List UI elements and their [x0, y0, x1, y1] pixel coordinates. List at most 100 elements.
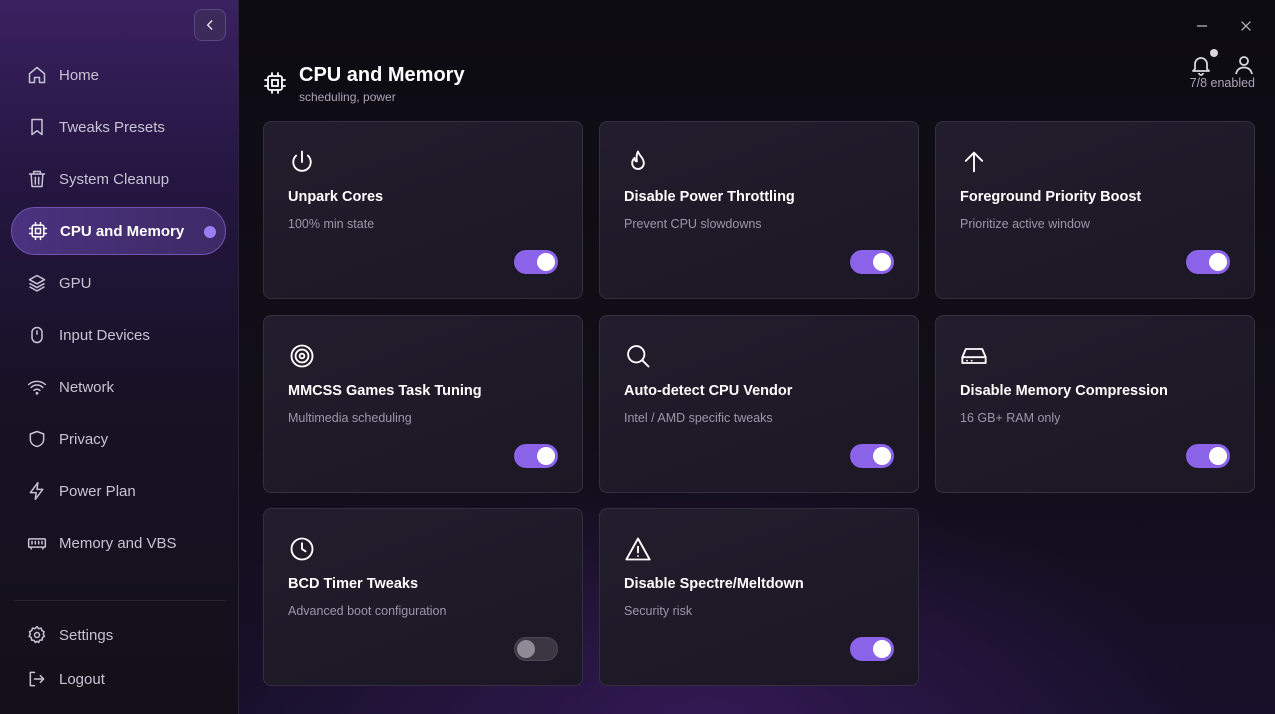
sidebar-item-settings[interactable]: Settings — [11, 613, 226, 657]
sidebar-item-privacy[interactable]: Privacy — [11, 415, 226, 463]
sidebar-nav: Home Tweaks Presets System Cleanup CPU a… — [11, 51, 226, 571]
arrow-up-icon — [964, 151, 984, 173]
tweak-toggle[interactable] — [514, 637, 558, 661]
sidebar-item-label: Tweaks Presets — [59, 118, 165, 136]
logout-icon — [26, 668, 48, 690]
tweak-card-auto-detect-cpu-vendor: Auto-detect CPU Vendor Intel / AMD speci… — [599, 315, 919, 493]
sidebar-item-gpu[interactable]: GPU — [11, 259, 226, 307]
enabled-count: 7/8 enabled — [1189, 76, 1255, 90]
bookmark-icon — [26, 116, 48, 138]
flame-icon — [631, 150, 645, 170]
tweak-title: Unpark Cores — [288, 189, 384, 205]
sidebar: Home Tweaks Presets System Cleanup CPU a… — [0, 0, 239, 714]
bell-icon[interactable] — [1189, 53, 1213, 77]
sidebar-item-logout[interactable]: Logout — [11, 657, 226, 701]
tweak-toggle[interactable] — [514, 250, 558, 274]
close-button[interactable] — [1235, 15, 1257, 37]
minimize-icon — [1196, 25, 1208, 27]
sidebar-item-label: Input Devices — [59, 326, 150, 344]
mouse-icon — [26, 324, 48, 346]
toggle-knob — [873, 447, 891, 465]
layers-icon — [26, 272, 48, 294]
tweak-toggle[interactable] — [850, 637, 894, 661]
tweak-card-disable-power-throttling: Disable Power Throttling Prevent CPU slo… — [599, 121, 919, 299]
tweak-toggle[interactable] — [1186, 250, 1230, 274]
tweak-card-unpark-cores: Unpark Cores 100% min state — [263, 121, 583, 299]
target-icon — [290, 344, 314, 368]
sidebar-item-label: Settings — [59, 626, 114, 644]
clock-icon — [290, 537, 314, 561]
power-icon — [292, 150, 312, 172]
sidebar-item-label: CPU and Memory — [60, 222, 185, 240]
tweak-title: Disable Memory Compression — [960, 383, 1168, 399]
tweak-description: Intel / AMD specific tweaks — [624, 411, 773, 425]
toggle-knob — [537, 253, 555, 271]
tweak-description: Prioritize active window — [960, 217, 1090, 231]
sidebar-item-system-cleanup[interactable]: System Cleanup — [11, 155, 226, 203]
tweak-description: Security risk — [624, 604, 693, 618]
user-icon[interactable] — [1232, 53, 1256, 77]
sidebar-item-cpu-and-memory[interactable]: CPU and Memory — [11, 207, 226, 255]
chevron-left-icon — [206, 20, 213, 30]
tweak-card-disable-memory-compression: Disable Memory Compression 16 GB+ RAM on… — [935, 315, 1255, 493]
active-indicator-dot — [204, 226, 216, 238]
sidebar-item-memory-and-vbs[interactable]: Memory and VBS — [11, 519, 226, 567]
shield-icon — [26, 428, 48, 450]
sidebar-item-label: Power Plan — [59, 482, 136, 500]
sidebar-divider — [14, 600, 226, 601]
page-subtitle: scheduling, power — [299, 90, 396, 104]
toggle-knob — [537, 447, 555, 465]
tweak-card-bcd-timer-tweaks: BCD Timer Tweaks Advanced boot configura… — [263, 508, 583, 686]
sidebar-item-label: Network — [59, 378, 115, 396]
hard-drive-icon — [961, 348, 987, 364]
tweak-description: 100% min state — [288, 217, 375, 231]
tweak-description: Advanced boot configuration — [288, 604, 447, 618]
tweak-card-disable-spectre-meltdown: Disable Spectre/Meltdown Security risk — [599, 508, 919, 686]
tweak-toggle[interactable] — [850, 250, 894, 274]
toggle-knob — [517, 640, 535, 658]
sidebar-item-power-plan[interactable]: Power Plan — [11, 467, 226, 515]
toggle-knob — [1209, 253, 1227, 271]
collapse-sidebar-button[interactable] — [194, 9, 226, 41]
tweak-description: 16 GB+ RAM only — [960, 411, 1061, 425]
window-controls — [1191, 15, 1257, 37]
warning-icon — [625, 537, 651, 561]
tweak-card-foreground-priority-boost: Foreground Priority Boost Prioritize act… — [935, 121, 1255, 299]
sidebar-item-label: Logout — [59, 670, 105, 688]
tweak-toggle[interactable] — [514, 444, 558, 468]
tweak-description: Multimedia scheduling — [288, 411, 412, 425]
tweak-card-mmcss-games-task-tuning: MMCSS Games Task Tuning Multimedia sched… — [263, 315, 583, 493]
lightning-icon — [26, 480, 48, 502]
tweak-title: MMCSS Games Task Tuning — [288, 383, 482, 399]
sidebar-item-home[interactable]: Home — [11, 51, 226, 99]
page-title: CPU and Memory — [299, 64, 465, 86]
tweak-title: Auto-detect CPU Vendor — [624, 383, 793, 399]
sidebar-item-network[interactable]: Network — [11, 363, 226, 411]
sidebar-item-label: Home — [59, 66, 100, 84]
toggle-knob — [1209, 447, 1227, 465]
sidebar-item-label: Privacy — [59, 430, 109, 448]
sidebar-item-input-devices[interactable]: Input Devices — [11, 311, 226, 359]
wifi-icon — [26, 376, 48, 398]
sidebar-item-label: System Cleanup — [59, 170, 170, 188]
app-window: Home Tweaks Presets System Cleanup CPU a… — [0, 0, 1275, 714]
tweak-title: BCD Timer Tweaks — [288, 576, 419, 592]
main-content: CPU and Memory scheduling, power 7/8 ena… — [239, 0, 1275, 714]
minimize-button[interactable] — [1191, 15, 1213, 37]
close-icon — [1241, 21, 1251, 31]
home-icon — [26, 64, 48, 86]
tweak-title: Disable Power Throttling — [624, 189, 795, 205]
sidebar-item-label: GPU — [59, 274, 92, 292]
tweak-description: Prevent CPU slowdowns — [624, 217, 762, 231]
sidebar-bottom-nav: Settings Logout — [11, 613, 226, 701]
cpu-icon — [264, 72, 286, 94]
tweak-toggle[interactable] — [850, 444, 894, 468]
toggle-knob — [873, 253, 891, 271]
cpu-icon — [27, 220, 49, 242]
sidebar-item-tweaks-presets[interactable]: Tweaks Presets — [11, 103, 226, 151]
tweak-toggle[interactable] — [1186, 444, 1230, 468]
trash-icon — [26, 168, 48, 190]
memory-stick-icon — [26, 532, 48, 554]
search-icon — [627, 345, 650, 368]
sidebar-item-label: Memory and VBS — [59, 534, 177, 552]
